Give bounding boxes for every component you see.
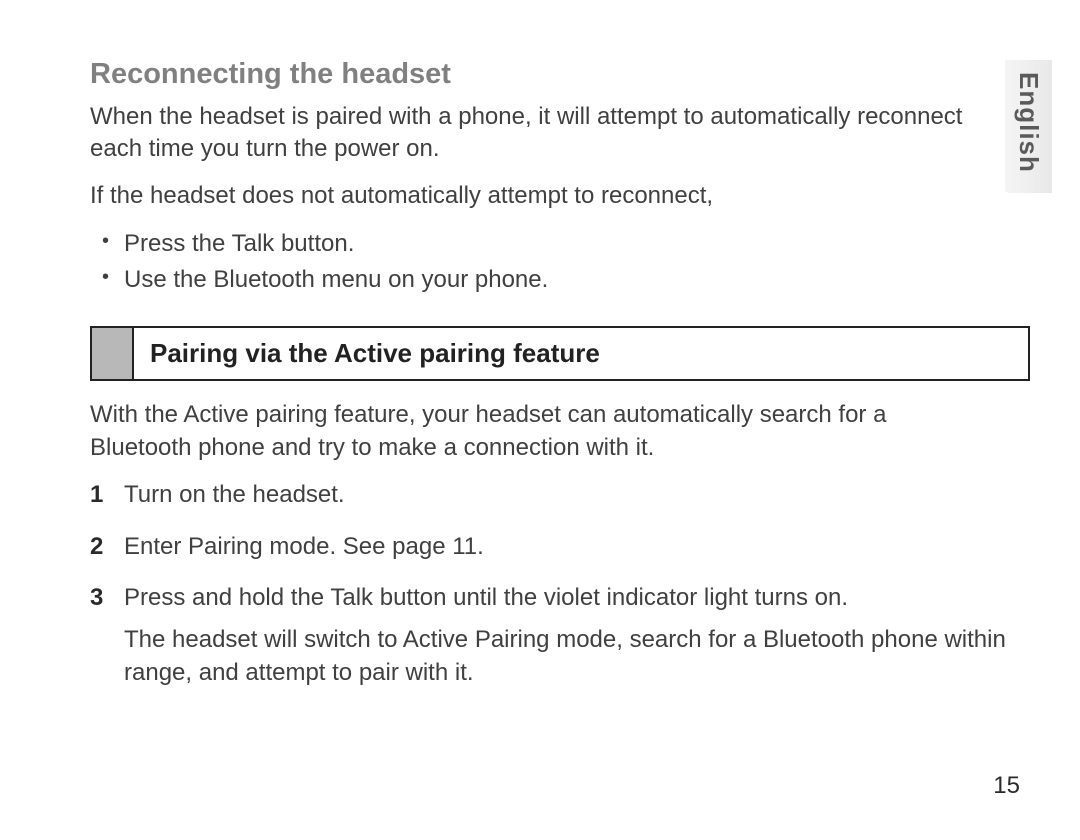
- bullet-item: Press the Talk button.: [90, 226, 1030, 262]
- reconnecting-para2: If the headset does not automatically at…: [90, 180, 970, 212]
- reconnecting-bullets: Press the Talk button. Use the Bluetooth…: [90, 226, 1030, 298]
- active-pairing-heading: Pairing via the Active pairing feature: [134, 328, 1028, 379]
- active-pairing-para1: With the Active pairing feature, your he…: [90, 399, 970, 464]
- heading-decor-block: [92, 328, 134, 379]
- step-item: Press and hold the Talk button until the…: [90, 581, 1030, 690]
- reconnecting-para1: When the headset is paired with a phone,…: [90, 101, 970, 166]
- bullet-item: Use the Bluetooth menu on your phone.: [90, 262, 1030, 298]
- active-pairing-steps: Turn on the headset. Enter Pairing mode.…: [90, 478, 1030, 690]
- step-main: Turn on the headset.: [124, 481, 345, 508]
- step-sub: The headset will switch to Active Pairin…: [124, 623, 1030, 690]
- reconnecting-heading: Reconnecting the headset: [90, 58, 1030, 91]
- step-main: Press and hold the Talk button until the…: [124, 584, 848, 611]
- language-tab: English: [1005, 60, 1052, 193]
- step-main: Enter Pairing mode. See page 11.: [124, 533, 484, 560]
- active-pairing-heading-box: Pairing via the Active pairing feature: [90, 326, 1030, 381]
- step-item: Turn on the headset.: [90, 478, 1030, 512]
- page-number: 15: [993, 772, 1020, 800]
- step-item: Enter Pairing mode. See page 11.: [90, 530, 1030, 564]
